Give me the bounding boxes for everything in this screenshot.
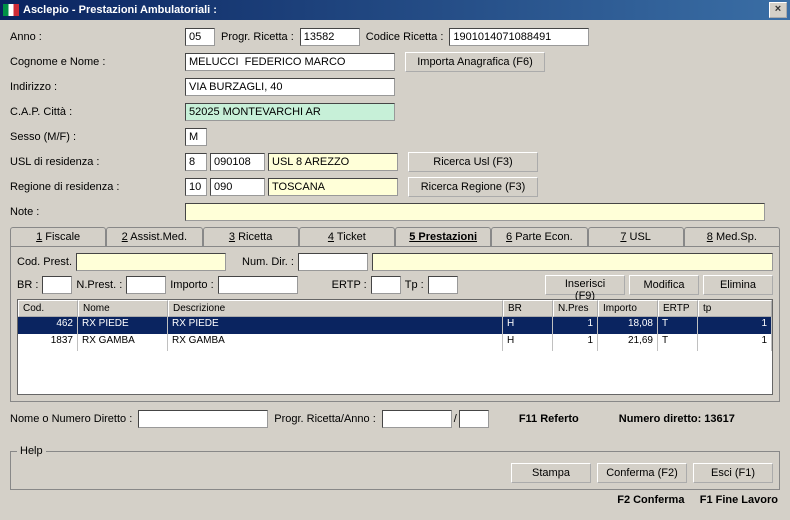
indirizzo-field[interactable] bbox=[185, 78, 395, 96]
ricusl-button[interactable]: Ricerca Usl (F3) bbox=[408, 152, 538, 172]
status-bar: F2 Conferma F1 Fine Lavoro bbox=[0, 492, 790, 508]
slash-label: / bbox=[454, 413, 457, 425]
help-group: Help Stampa Conferma (F2) Esci (F1) bbox=[10, 445, 780, 490]
regione-label: Regione di residenza : bbox=[10, 181, 185, 193]
th-tp[interactable]: tp bbox=[698, 300, 772, 317]
cognome-field[interactable] bbox=[185, 53, 395, 71]
conferma-button[interactable]: Conferma (F2) bbox=[597, 463, 687, 483]
usl2-field[interactable] bbox=[210, 153, 265, 171]
table-row[interactable]: 1837 RX GAMBA RX GAMBA H 1 21,69 T 1 bbox=[18, 334, 772, 351]
sesso-field[interactable] bbox=[185, 128, 207, 146]
nomenum-label: Nome o Numero Diretto : bbox=[10, 413, 132, 425]
reg3-field[interactable] bbox=[268, 178, 398, 196]
codprest-field[interactable] bbox=[76, 253, 226, 271]
nomenum-field[interactable] bbox=[138, 410, 268, 428]
cognome-label: Cognome e Nome : bbox=[10, 56, 185, 68]
title-bar: Asclepio - Prestazioni Ambulatoriali : × bbox=[0, 0, 790, 20]
desc-field[interactable] bbox=[372, 253, 773, 271]
tab-assist[interactable]: 2 Assist.Med. bbox=[106, 227, 202, 246]
tab-usl[interactable]: 7 USL bbox=[588, 227, 684, 246]
note-field[interactable] bbox=[185, 203, 765, 221]
ertp-label: ERTP : bbox=[332, 279, 367, 291]
sesso-label: Sesso (M/F) : bbox=[10, 131, 185, 143]
table-body: 462 RX PIEDE RX PIEDE H 1 18,08 T 1 1837… bbox=[18, 317, 772, 351]
modifica-button[interactable]: Modifica bbox=[629, 275, 699, 295]
tab-ticket[interactable]: 4 Ticket bbox=[299, 227, 395, 246]
progr-label: Progr. Ricetta : bbox=[221, 31, 294, 43]
anno-field[interactable] bbox=[185, 28, 215, 46]
inserisci-button[interactable]: Inserisci (F9) bbox=[545, 275, 625, 295]
esci-button[interactable]: Esci (F1) bbox=[693, 463, 773, 483]
usl1-field[interactable] bbox=[185, 153, 207, 171]
table-row[interactable]: 462 RX PIEDE RX PIEDE H 1 18,08 T 1 bbox=[18, 317, 772, 334]
close-icon[interactable]: × bbox=[769, 2, 787, 18]
nprest-label: N.Prest. : bbox=[76, 279, 122, 291]
importo-label: Importo : bbox=[170, 279, 213, 291]
prestazioni-table[interactable]: Cod. Nome Descrizione BR N.Pres Importo … bbox=[17, 299, 773, 395]
note-label: Note : bbox=[10, 206, 185, 218]
tab-fiscale[interactable]: 1 Fiscale bbox=[10, 227, 106, 246]
cap-field[interactable] bbox=[185, 103, 395, 121]
progric-field[interactable] bbox=[382, 410, 452, 428]
elimina-button[interactable]: Elimina bbox=[703, 275, 773, 295]
tp-label: Tp : bbox=[405, 279, 424, 291]
flag-icon bbox=[3, 4, 19, 16]
th-ertp[interactable]: ERTP bbox=[658, 300, 698, 317]
reg1-field[interactable] bbox=[185, 178, 207, 196]
progr-field[interactable] bbox=[300, 28, 360, 46]
usl3-field[interactable] bbox=[268, 153, 398, 171]
br-field[interactable] bbox=[42, 276, 72, 294]
importo-field[interactable] bbox=[218, 276, 298, 294]
form-area: Anno : Progr. Ricetta : Codice Ricetta :… bbox=[0, 20, 790, 439]
th-imp[interactable]: Importo bbox=[598, 300, 658, 317]
th-nome[interactable]: Nome bbox=[78, 300, 168, 317]
f11-label: F11 Referto bbox=[519, 413, 579, 425]
table-header: Cod. Nome Descrizione BR N.Pres Importo … bbox=[18, 300, 772, 317]
numdir-field[interactable] bbox=[298, 253, 368, 271]
importa-button[interactable]: Importa Anagrafica (F6) bbox=[405, 52, 545, 72]
th-cod[interactable]: Cod. bbox=[18, 300, 78, 317]
tab-ricetta[interactable]: 3 Ricetta bbox=[203, 227, 299, 246]
tp-field[interactable] bbox=[428, 276, 458, 294]
stampa-button[interactable]: Stampa bbox=[511, 463, 591, 483]
th-npres[interactable]: N.Pres bbox=[553, 300, 598, 317]
codric-label: Codice Ricetta : bbox=[366, 31, 444, 43]
usl-label: USL di residenza : bbox=[10, 156, 185, 168]
window-title: Asclepio - Prestazioni Ambulatoriali : bbox=[23, 4, 769, 16]
tab-panel: Cod. Prest. Num. Dir. : BR : N.Prest. : … bbox=[10, 246, 780, 402]
progricanno-label: Progr. Ricetta/Anno : bbox=[274, 413, 376, 425]
tabs: 1 Fiscale 2 Assist.Med. 3 Ricetta 4 Tick… bbox=[10, 227, 780, 246]
status-f2: F2 Conferma bbox=[617, 494, 684, 506]
tab-medsp[interactable]: 8 Med.Sp. bbox=[684, 227, 780, 246]
nprest-field[interactable] bbox=[126, 276, 166, 294]
tab-parteecon[interactable]: 6 Parte Econ. bbox=[491, 227, 587, 246]
indirizzo-label: Indirizzo : bbox=[10, 81, 185, 93]
help-legend: Help bbox=[17, 445, 46, 457]
ertp-field[interactable] bbox=[371, 276, 401, 294]
ricreg-button[interactable]: Ricerca Regione (F3) bbox=[408, 177, 538, 197]
reg2-field[interactable] bbox=[210, 178, 265, 196]
anno2-field[interactable] bbox=[459, 410, 489, 428]
codric-field[interactable] bbox=[449, 28, 589, 46]
codprest-label: Cod. Prest. bbox=[17, 256, 72, 268]
numdir-label: Num. Dir. : bbox=[242, 256, 294, 268]
anno-label: Anno : bbox=[10, 31, 185, 43]
status-f1: F1 Fine Lavoro bbox=[700, 494, 778, 506]
br-label: BR : bbox=[17, 279, 38, 291]
th-br[interactable]: BR bbox=[503, 300, 553, 317]
numdiretto-label: Numero diretto: 13617 bbox=[619, 413, 735, 425]
cap-label: C.A.P. Città : bbox=[10, 106, 185, 118]
th-desc[interactable]: Descrizione bbox=[168, 300, 503, 317]
tab-prestazioni[interactable]: 5 Prestazioni bbox=[395, 227, 491, 246]
